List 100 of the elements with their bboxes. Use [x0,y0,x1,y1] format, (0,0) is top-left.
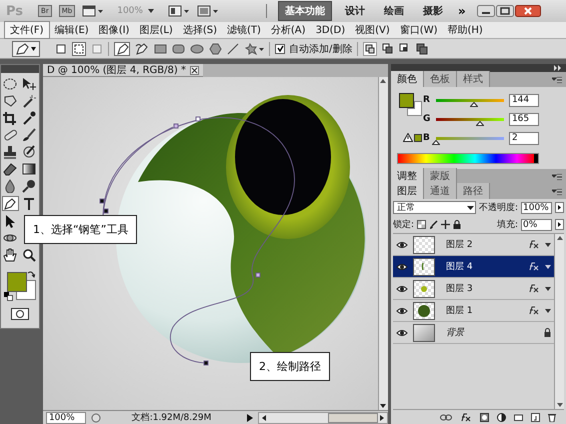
opacity-field[interactable]: 100% [521,202,552,214]
link-icon[interactable] [440,414,452,420]
brush-icon[interactable] [429,220,438,229]
workspace-button[interactable]: 摄影 [416,2,449,20]
menu-item[interactable]: 视图(V) [350,22,395,38]
lock-icon[interactable] [453,220,461,229]
view-extras-icon[interactable] [82,5,104,17]
foreground-color-swatch[interactable] [6,272,27,292]
menu-item[interactable]: 图像(I) [94,22,134,38]
horizontal-scrollbar[interactable] [258,412,388,424]
gradient-icon[interactable] [21,162,38,176]
menu-item[interactable]: 编辑(E) [50,22,94,38]
eye-icon[interactable] [396,262,408,270]
combine-shapes-icon[interactable] [363,42,378,56]
ellipse-icon[interactable] [190,42,204,54]
panel-tab[interactable]: 通道 [424,183,457,199]
lasso-icon[interactable] [2,94,18,108]
swap-arrow-icon[interactable] [26,270,35,278]
slider-thumb[interactable] [432,140,440,144]
menu-item[interactable]: 窗口(W) [394,22,442,38]
menu-item[interactable]: 3D(D) [310,24,350,36]
line-icon[interactable] [227,42,239,54]
down-arrow-icon[interactable] [379,402,388,410]
close-icon[interactable] [190,66,199,74]
workspace-button[interactable]: 设计 [338,2,371,20]
panel-tab[interactable]: 调整 [390,168,424,184]
crop-icon[interactable] [2,111,18,125]
auto-add-delete-checkbox[interactable]: 自动添加/删除 [275,42,352,56]
custom-shape-icon[interactable] [244,42,264,54]
panel-menu-icon[interactable] [552,189,562,195]
fill-field[interactable]: 0% [521,218,552,230]
layer-row[interactable]: 图层 1 [392,300,554,322]
menu-item[interactable]: 图层(L) [134,22,178,38]
menu-item[interactable]: 滤镜(T) [222,22,266,38]
zoom-icon[interactable] [21,248,38,262]
down-arrow-icon[interactable] [556,401,564,409]
brush-icon[interactable] [21,128,38,142]
polygon-icon[interactable] [209,42,222,54]
stamp-icon[interactable] [2,145,18,159]
gamut-color-swatch[interactable] [414,134,422,142]
menu-item[interactable]: 分析(A) [266,22,311,38]
vertical-scrollbar[interactable] [378,77,388,410]
quick-mask-icon[interactable] [10,308,29,320]
shape-layers-icon[interactable] [55,42,67,54]
right-arrow-icon[interactable] [378,414,386,422]
move-icon[interactable] [21,77,38,91]
freeform-pen-icon[interactable] [135,42,149,56]
more-workspaces-button[interactable]: » [456,4,468,18]
expand-arrow-icon[interactable] [545,242,551,246]
menu-item[interactable]: 选择(S) [178,22,222,38]
paths-icon[interactable] [72,42,86,56]
rounded-rectangle-icon[interactable] [172,42,185,54]
trash-icon[interactable] [548,412,556,422]
pen-tool-button[interactable] [2,196,19,211]
workspace-button[interactable]: 绘画 [378,2,410,20]
tool-preset-picker[interactable] [12,40,40,56]
panel-tab[interactable]: 路径 [456,183,490,199]
eye-icon[interactable] [396,240,408,248]
foreground-color-swatch[interactable] [398,93,414,108]
arrange-documents-icon[interactable] [168,5,190,17]
background-color-swatch[interactable] [406,101,422,116]
eye-icon[interactable] [396,306,408,314]
eraser-icon[interactable] [2,162,18,176]
eye-icon[interactable] [396,284,408,292]
half-circle-icon[interactable] [497,412,506,422]
panel-menu-icon[interactable] [552,77,562,83]
eye-icon[interactable] [396,328,408,336]
subtract-shapes-icon[interactable] [382,42,394,54]
channel-value-field[interactable]: 144 [508,94,539,106]
up-arrow-icon[interactable] [556,234,564,242]
restore-icon[interactable] [496,5,514,17]
ellipse-marquee-icon[interactable] [2,77,18,91]
default-colors-icon[interactable] [4,292,13,301]
effects-icon[interactable] [460,412,472,422]
pen-icon[interactable] [114,42,130,56]
eyedropper-icon[interactable] [21,111,38,125]
panel-tab[interactable]: 图层 [390,183,424,199]
play-arrow-icon[interactable] [555,202,564,213]
expand-arrow-icon[interactable] [545,308,551,312]
history-brush-icon[interactable] [21,145,38,159]
menu-item[interactable]: 文件(F) [4,21,50,39]
rectangle-icon[interactable] [154,42,167,54]
scroll-thumb[interactable] [328,412,378,422]
zoom-field[interactable]: 100% [46,412,86,424]
menu-item[interactable]: 帮助(H) [442,22,488,38]
layers-scrollbar[interactable] [554,234,564,409]
panel-tab[interactable]: 颜色 [390,71,424,87]
layer-row[interactable]: 图层 3 [392,278,554,300]
exclude-shapes-icon[interactable] [416,42,428,54]
expand-arrow-icon[interactable] [545,286,551,290]
panel-tab[interactable]: 色板 [424,71,457,87]
new-layer-icon[interactable] [531,412,540,422]
mask-icon[interactable] [480,412,489,422]
blend-mode-dropdown[interactable]: 正常 [392,201,476,214]
magic-wand-icon[interactable] [21,94,38,108]
lock-transparency-icon[interactable] [417,220,426,229]
play-arrow-icon[interactable] [246,412,254,422]
minimize-icon[interactable] [476,5,495,17]
layer-row[interactable]: 图层 4 [392,256,554,278]
expand-arrow-icon[interactable] [545,264,551,268]
